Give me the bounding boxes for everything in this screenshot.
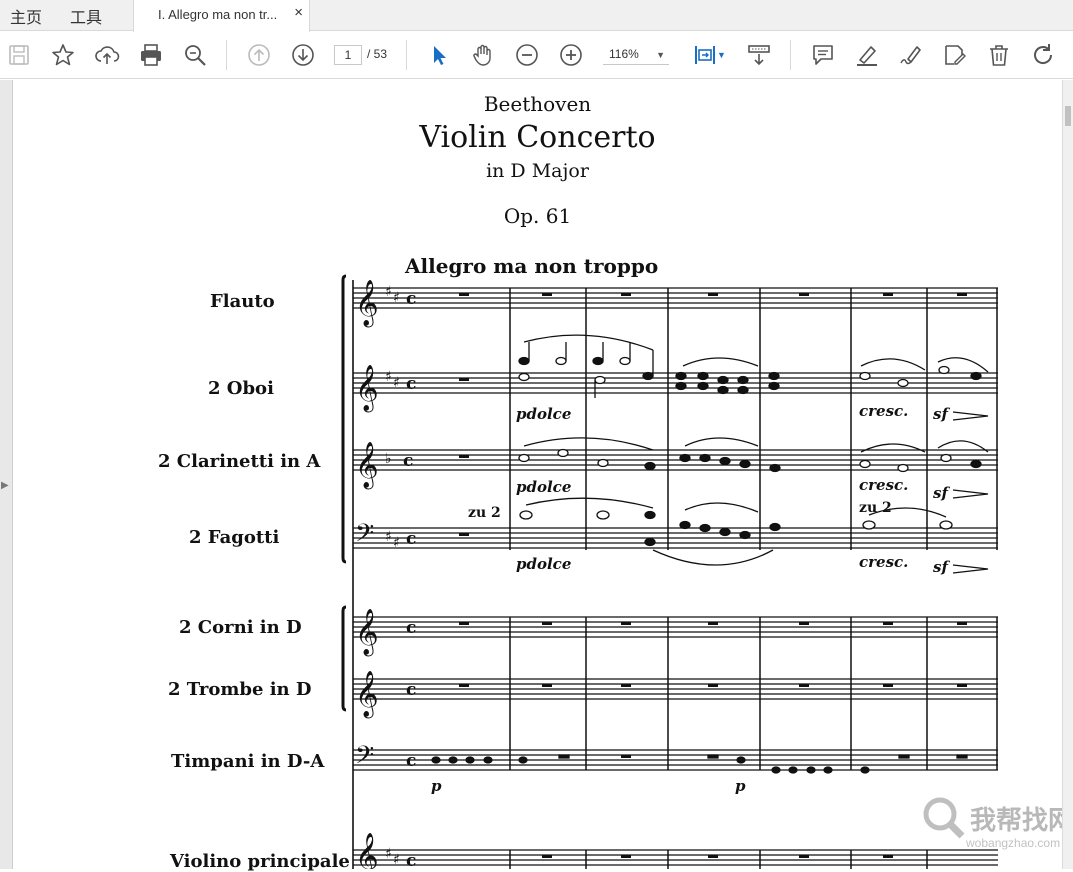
toolbar: 1 / 53 116% ▼ ▼ <box>0 32 1073 79</box>
bookmark-star-icon[interactable] <box>50 42 76 68</box>
fit-page-dropdown-icon[interactable]: ▼ <box>717 50 726 60</box>
edit-pdf-icon[interactable] <box>942 42 968 68</box>
save-icon[interactable] <box>6 42 32 68</box>
expand-panel-icon[interactable]: ▶ <box>1 480 9 491</box>
rotate-icon[interactable] <box>1030 42 1056 68</box>
toolbar-separator <box>790 40 791 70</box>
page-number-input[interactable]: 1 <box>334 45 362 65</box>
vertical-scrollbar[interactable] <box>1062 80 1073 869</box>
print-icon[interactable] <box>138 42 164 68</box>
document-tab-label: I. Allegro ma non tr... <box>158 7 278 22</box>
home-menu[interactable]: 主页 <box>10 4 42 28</box>
tab-bar: 主页 工具 I. Allegro ma non tr... × <box>0 0 1073 32</box>
fit-page-icon[interactable] <box>692 42 718 68</box>
highlight-icon[interactable] <box>854 42 880 68</box>
pdf-page: Beethoven Violin Concerto in D Major Op.… <box>12 80 1073 872</box>
upload-cloud-icon[interactable] <box>94 42 120 68</box>
document-viewer[interactable]: ▶ Beethoven Violin Concerto in D Major O… <box>0 80 1073 872</box>
close-tab-icon[interactable]: × <box>294 4 303 21</box>
document-tab[interactable]: I. Allegro ma non tr... × <box>133 0 310 32</box>
hand-tool-icon[interactable] <box>470 42 496 68</box>
zoom-level-value: 116% <box>609 47 639 61</box>
watermark-logo: 我帮找网 wobangzhao.com <box>918 790 1073 860</box>
toolbar-separator <box>406 40 407 70</box>
select-cursor-icon[interactable] <box>426 42 452 68</box>
zoom-out-icon[interactable] <box>514 42 540 68</box>
comment-icon[interactable] <box>810 42 836 68</box>
tools-menu[interactable]: 工具 <box>70 4 102 28</box>
scrollbar-thumb[interactable] <box>1065 106 1071 126</box>
prev-page-icon[interactable] <box>246 42 272 68</box>
toolbar-separator <box>226 40 227 70</box>
sign-icon[interactable] <box>898 42 924 68</box>
watermark-text: 我帮找网 <box>970 806 1073 836</box>
hairpin-marks <box>952 411 989 574</box>
page-total-label: / 53 <box>367 47 388 61</box>
zoom-in-icon[interactable] <box>558 42 584 68</box>
scroll-mode-icon[interactable] <box>746 42 772 68</box>
search-zoom-icon[interactable] <box>182 42 208 68</box>
watermark-url: wobangzhao.com <box>966 836 1061 850</box>
next-page-icon[interactable] <box>290 42 316 68</box>
left-panel-edge: ▶ <box>0 80 12 869</box>
delete-icon[interactable] <box>986 42 1012 68</box>
chevron-down-icon: ▼ <box>656 50 665 60</box>
zoom-level-select[interactable]: 116% ▼ <box>603 45 669 65</box>
magnifier-logo-icon <box>923 797 965 839</box>
